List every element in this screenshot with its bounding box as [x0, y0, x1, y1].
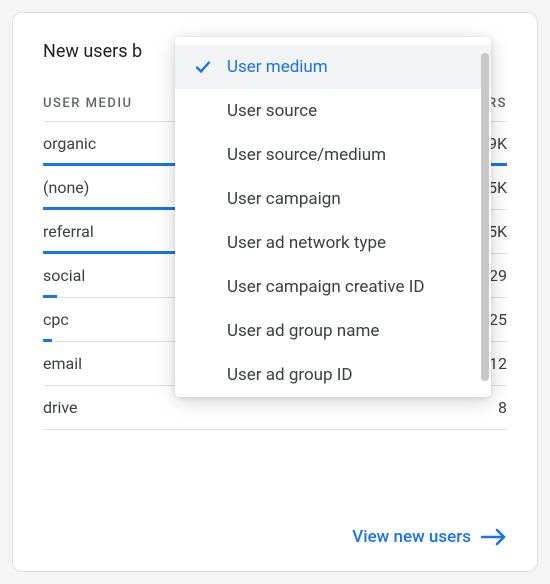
- dropdown-item-label: User source: [227, 101, 475, 121]
- dropdown-item-label: User medium: [227, 57, 475, 77]
- dropdown-item[interactable]: User campaign creative ID: [175, 265, 491, 309]
- dropdown-item[interactable]: User ad group ID: [175, 353, 491, 389]
- row-label: referral: [43, 222, 94, 241]
- dropdown-item[interactable]: User source: [175, 89, 491, 133]
- col-header-dimension: USER MEDIU: [43, 96, 133, 111]
- scrollbar[interactable]: [481, 53, 489, 381]
- dimension-dropdown[interactable]: User medium User source User source/medium…: [175, 37, 491, 397]
- dropdown-item[interactable]: User ad network type: [175, 221, 491, 265]
- dropdown-item[interactable]: User source/medium: [175, 133, 491, 177]
- row-value: 25: [489, 310, 507, 329]
- dropdown-item-label: User ad group name: [227, 321, 475, 341]
- row-label: social: [43, 266, 85, 285]
- dropdown-item-label: User ad network type: [227, 233, 475, 253]
- check-icon: [193, 58, 213, 76]
- title-prefix: New users b: [43, 41, 142, 62]
- dropdown-item-label: User campaign: [227, 189, 475, 209]
- dropdown-item[interactable]: User campaign: [175, 177, 491, 221]
- row-label: email: [43, 354, 82, 373]
- dropdown-list: User medium User source User source/medium…: [175, 45, 491, 389]
- row-label: organic: [43, 134, 96, 153]
- arrow-right-icon: [481, 528, 507, 546]
- report-card: New users b USER MEDIU RS organic9K(none…: [12, 12, 538, 572]
- row-label: (none): [43, 178, 89, 197]
- row-value: 8: [498, 398, 507, 417]
- row-label: drive: [43, 398, 77, 417]
- dropdown-item[interactable]: User ad group name: [175, 309, 491, 353]
- view-new-users-link[interactable]: View new users: [352, 527, 507, 547]
- dropdown-item[interactable]: User medium: [175, 45, 491, 89]
- dropdown-item-label: User campaign creative ID: [227, 277, 475, 297]
- footer-link-label: View new users: [352, 527, 471, 547]
- row-label: cpc: [43, 310, 69, 329]
- row-value: 29: [489, 266, 507, 285]
- dropdown-item-label: User ad group ID: [227, 365, 475, 385]
- dropdown-item-label: User source/medium: [227, 145, 475, 165]
